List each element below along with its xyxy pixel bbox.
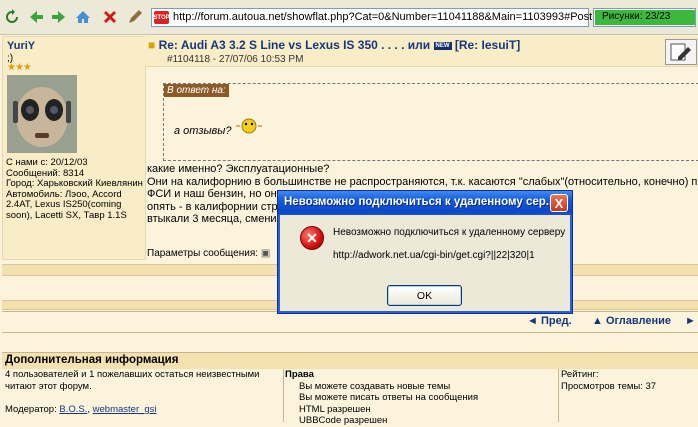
next-button[interactable]: ►: [685, 315, 696, 327]
additional-info-header: Дополнительная информация: [2, 352, 698, 370]
post-body-line: какие именно? Эксплуатационные?: [147, 163, 330, 175]
views-label: Просмотров темы: 37: [561, 380, 657, 392]
user-info-line: soon), Lacetti SX, Тавр 1.1S: [6, 209, 127, 221]
error-icon: ✕: [300, 226, 324, 250]
post-header: ■ Re: Audi A3 3.2 S Line vs Lexus IS 350…: [145, 36, 698, 67]
additional-info-title: Дополнительная информация: [5, 354, 179, 366]
error-dialog: Невозможно подключиться к удаленному сер…: [277, 190, 573, 314]
rights-item: Вы можете писать ответы на сообщения: [299, 392, 479, 403]
new-badge: NEW: [433, 41, 452, 50]
images-progress-label: Рисунки: 23/23: [602, 11, 671, 22]
dialog-url: http://adwork.net.ua/cgi-bin/get.cgi?||2…: [333, 250, 535, 261]
nav-bar: ◄ Пред. ▲ Оглавление ►: [2, 311, 698, 333]
online-text: 4 пользователей и 1 пожелавших остаться …: [5, 369, 260, 380]
toc-button[interactable]: ▲ Оглавление: [592, 315, 671, 327]
ok-button[interactable]: OK: [387, 285, 462, 306]
rights-item: HTML разрешен: [299, 403, 371, 415]
back-icon[interactable]: [27, 8, 45, 26]
post-params-label: Параметры сообщения:: [147, 248, 259, 259]
user-panel: YuriY ;) ★★★ С нами с: 20/12/03 Сообщени…: [2, 36, 146, 260]
post-title: ■ Re: Audi A3 3.2 S Line vs Lexus IS 350…: [148, 38, 520, 52]
user-info-line: С нами с: 20/12/03: [6, 157, 88, 168]
moderators-line: Модератор: B.O.S., webmaster_gsi: [5, 404, 157, 415]
quote-label: В ответ на:: [164, 84, 229, 97]
rights-item: Вы можете создавать новые темы: [299, 380, 451, 392]
smiley-icon: [234, 117, 264, 138]
rights-column: Права Вы можете создавать новые темы Вы …: [283, 369, 559, 426]
post-params: Параметры сообщения: ▣: [147, 248, 270, 259]
images-progress: Рисунки: 23/23: [593, 8, 696, 27]
post-body-line: Они на калифорнию в большинстве не распр…: [147, 175, 698, 188]
refresh-icon[interactable]: [3, 8, 21, 26]
quote-box: В ответ на: а отзывы?: [163, 83, 698, 161]
address-url[interactable]: http://forum.autoua.net/showflat.php?Cat…: [173, 11, 633, 23]
browser-toolbar: STOP http://forum.autoua.net/showflat.ph…: [0, 0, 698, 35]
quote-text: а отзывы?: [174, 125, 232, 137]
user-info: С нами с: 20/12/03 Сообщений: 8314 Город…: [6, 157, 144, 222]
post-title-reply[interactable]: [Re: IesuiT]: [455, 38, 520, 52]
avatar: [7, 75, 77, 153]
user-stars: ★★★: [7, 62, 32, 73]
online-column: 4 пользователей и 1 пожелавших остаться …: [2, 369, 284, 422]
user-name[interactable]: YuriY: [7, 40, 35, 52]
rights-title: Права: [285, 369, 314, 380]
moderator-link[interactable]: webmaster_gsi: [93, 404, 157, 415]
prev-button[interactable]: ◄ Пред.: [527, 315, 572, 327]
stats-column: Рейтинг: Просмотров темы: 37: [559, 369, 698, 422]
folder-icon: ■: [148, 38, 156, 52]
stop-icon[interactable]: [101, 8, 119, 26]
dialog-titlebar[interactable]: Невозможно подключиться к удаленному сер…: [278, 191, 572, 215]
edit-post-button[interactable]: [665, 39, 697, 65]
post-title-main[interactable]: Re: Audi A3 3.2 S Line vs Lexus IS 350 .…: [159, 38, 431, 52]
dialog-title: Невозможно подключиться к удаленному сер…: [284, 196, 556, 208]
moderator-link[interactable]: B.O.S.: [59, 404, 87, 415]
online-text: читают этот форум.: [5, 380, 92, 392]
additional-info-body: 4 пользователей и 1 пожелавших остаться …: [2, 369, 698, 426]
home-icon[interactable]: [74, 8, 92, 26]
moderator-label: Модератор:: [5, 404, 57, 415]
address-bar[interactable]: STOP http://forum.autoua.net/showflat.ph…: [151, 8, 633, 27]
stop-badge-icon: STOP: [153, 11, 170, 24]
dialog-message: Невозможно подключиться к удаленному сер…: [333, 227, 566, 238]
close-icon[interactable]: X: [550, 194, 568, 212]
rights-item: UBBCode разрешен: [299, 415, 388, 426]
printer-icon[interactable]: ▣: [261, 248, 270, 259]
edit-icon[interactable]: [126, 8, 144, 26]
post-meta: #1104118 - 27/07/06 10:53 PM: [167, 54, 304, 65]
forward-icon[interactable]: [50, 8, 68, 26]
rating-label: Рейтинг:: [561, 369, 599, 380]
